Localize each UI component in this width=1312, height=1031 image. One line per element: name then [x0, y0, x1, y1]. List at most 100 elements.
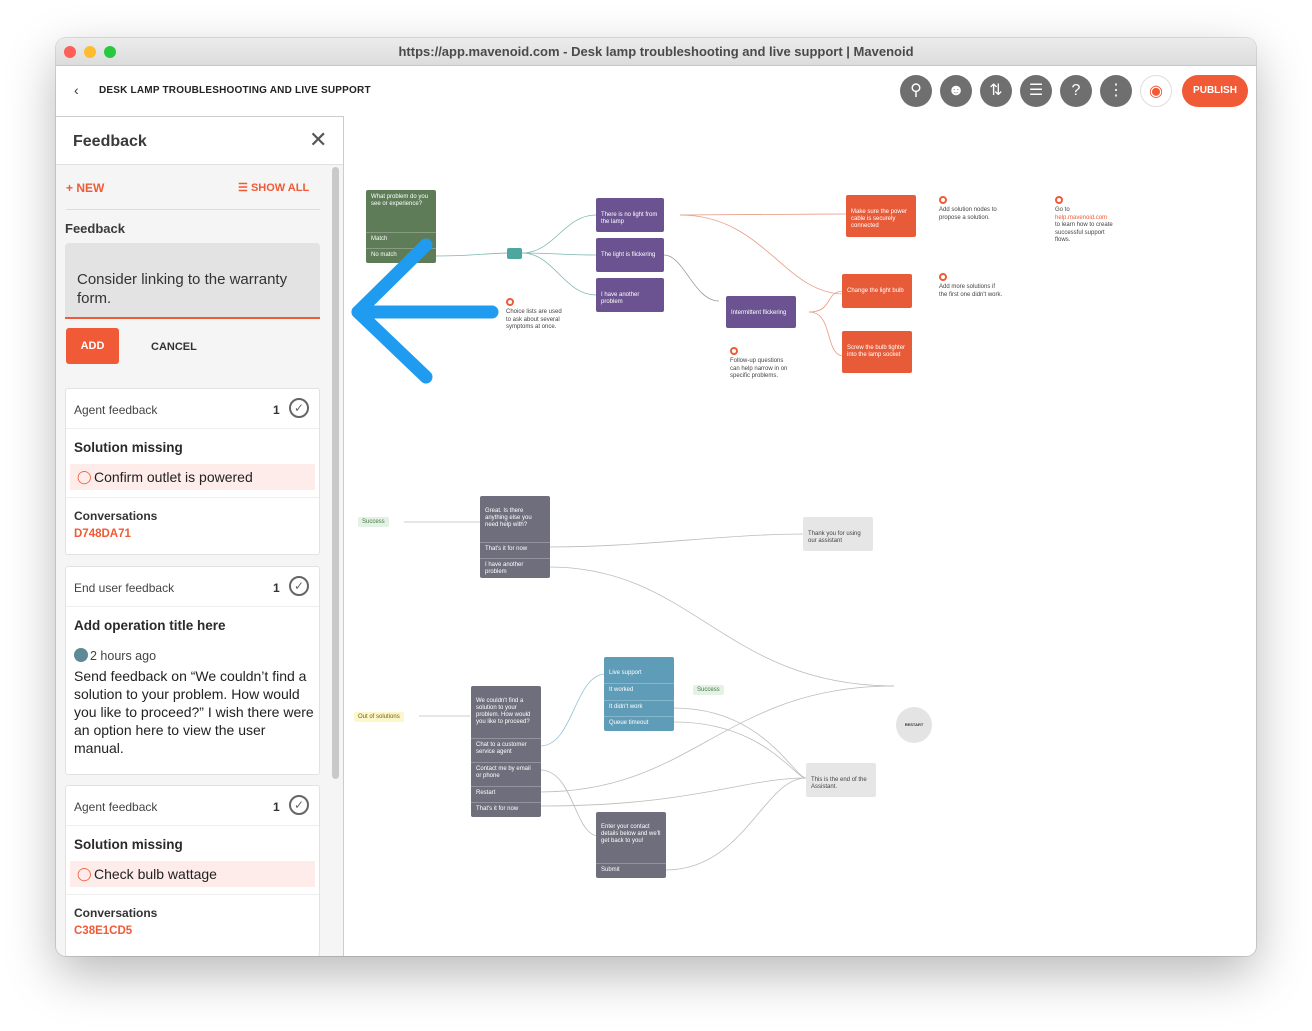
node-label: Screw the bulb tighter into the lamp soc…: [847, 345, 906, 358]
note-dot-icon: [506, 298, 514, 306]
end-node[interactable]: This is the end of the Assistant.: [806, 763, 876, 797]
solution-chip[interactable]: ◯ Check bulb wattage: [70, 861, 315, 887]
publish-button[interactable]: PUBLISH: [1182, 75, 1248, 107]
preview-eye-icon[interactable]: ◉: [1140, 75, 1172, 107]
window-title: https://app.mavenoid.com - Desk lamp tro…: [398, 44, 914, 59]
card-header: Agent feedback 1 ✓: [66, 389, 319, 429]
node-row[interactable]: Live support: [604, 667, 674, 680]
help-icon[interactable]: ?: [1060, 75, 1092, 107]
more-icon[interactable]: ⋮: [1100, 75, 1132, 107]
solution-node[interactable]: Change the light bulb: [842, 274, 912, 308]
solution-chip[interactable]: ◯ Confirm outlet is powered: [70, 464, 315, 490]
close-icon[interactable]: ✕: [309, 129, 327, 151]
flow-canvas[interactable]: What problem do you see or experience? M…: [344, 116, 1256, 956]
feedback-input[interactable]: Consider linking to the warranty form.: [65, 243, 320, 319]
help-link[interactable]: help.mavenoid.com: [1055, 215, 1107, 221]
agent-icon[interactable]: ☻: [940, 75, 972, 107]
show-all-label: SHOW ALL: [250, 182, 310, 194]
sort-icon[interactable]: ⇅: [980, 75, 1012, 107]
restart-node[interactable]: RESTART: [896, 707, 932, 743]
node-row[interactable]: It didn't work: [604, 700, 674, 714]
feedback-type: End user feedback: [74, 581, 175, 595]
panel-header: Feedback ✕: [56, 117, 343, 165]
note-dot-icon: [939, 196, 947, 204]
flow-title: DESK LAMP TROUBLESHOOTING AND LIVE SUPPO…: [99, 85, 371, 96]
node-row[interactable]: That's it for now: [480, 542, 550, 556]
node-row[interactable]: I have another problem: [480, 558, 550, 579]
node-row[interactable]: Contact me by email or phone: [471, 762, 541, 783]
note-add-solution: Add solution nodes to propose a solution…: [939, 196, 1003, 222]
node-label: This is the end of the Assistant.: [811, 777, 867, 790]
note-text: Go to: [1055, 207, 1070, 213]
conversations-label: Conversations: [74, 906, 158, 920]
success-tag[interactable]: Success: [358, 517, 389, 527]
panel-title: Feedback: [73, 133, 147, 150]
choice-list-node[interactable]: [507, 248, 522, 259]
chevron-left-icon[interactable]: ‹: [74, 82, 79, 98]
node-row[interactable]: Submit: [596, 863, 666, 877]
feedback-time: 2 hours ago: [74, 648, 156, 663]
feedback-field-label: Feedback: [65, 221, 125, 236]
out-of-solutions-node[interactable]: We couldn't find a solution to your prob…: [471, 686, 541, 817]
note-text: Choice lists are used to ask about sever…: [506, 309, 562, 330]
feedback-panel: Feedback ✕ + NEW ☰ SHOW ALL Feedback Con…: [56, 116, 344, 956]
feedback-card[interactable]: Agent feedback 1 ✓ Solution missing ◯ Co…: [65, 388, 320, 555]
cancel-button[interactable]: CANCEL: [151, 341, 197, 353]
node-question: What problem do you see or experience?: [371, 194, 429, 207]
solution-node[interactable]: Make sure the power cable is securely co…: [846, 195, 916, 237]
search-icon[interactable]: ⚲: [900, 75, 932, 107]
end-message-node[interactable]: Thank you for using our assistant: [803, 517, 873, 551]
resolve-check-icon[interactable]: ✓: [289, 576, 309, 596]
live-success-tag[interactable]: Success: [693, 685, 724, 695]
node-row[interactable]: It worked: [604, 683, 674, 697]
divider: [66, 209, 320, 210]
conversation-link[interactable]: C38E1CD5: [74, 925, 132, 937]
node-row[interactable]: Restart: [471, 786, 541, 800]
choice-node[interactable]: The light is flickering: [596, 238, 664, 272]
resolve-check-icon[interactable]: ✓: [289, 398, 309, 418]
feedback-text: Send feedback on “We couldn’t find a sol…: [74, 668, 314, 756]
resolve-check-icon[interactable]: ✓: [289, 795, 309, 815]
contact-form-node[interactable]: Enter your contact details below and we'…: [596, 812, 666, 878]
browser-window: https://app.mavenoid.com - Desk lamp tro…: [56, 38, 1256, 956]
node-question: Great. Is there anything else you need h…: [485, 508, 532, 528]
live-support-node[interactable]: Live support It worked It didn't work Qu…: [604, 657, 674, 731]
node-row[interactable]: No match: [366, 248, 436, 262]
title-bar: https://app.mavenoid.com - Desk lamp tro…: [56, 38, 1256, 66]
node-row[interactable]: Queue timeout: [604, 716, 674, 730]
start-question-node[interactable]: What problem do you see or experience? M…: [366, 190, 436, 263]
show-all-button[interactable]: ☰ SHOW ALL: [238, 181, 309, 194]
app-toolbar: ‹ DESK LAMP TROUBLESHOOTING AND LIVE SUP…: [56, 66, 1256, 116]
follow-up-node[interactable]: Intermittent flickering: [726, 296, 796, 328]
solution-node[interactable]: Screw the bulb tighter into the lamp soc…: [842, 331, 912, 373]
node-row[interactable]: Chat to a customer service agent: [471, 738, 541, 759]
feedback-type: Agent feedback: [74, 403, 158, 417]
new-feedback-button[interactable]: + NEW: [66, 181, 104, 195]
feedback-card[interactable]: Agent feedback 1 ✓ Solution missing ◯ Ch…: [65, 785, 320, 956]
feedback-count: 1: [273, 403, 280, 417]
avatar: [74, 648, 88, 662]
note-text: to learn how to create successful suppor…: [1055, 222, 1113, 243]
operation-title: Solution missing: [74, 837, 183, 852]
conversations-label: Conversations: [74, 509, 158, 523]
node-label: Intermittent flickering: [731, 310, 787, 316]
choice-node[interactable]: There is no light from the lamp: [596, 198, 664, 232]
feedback-card[interactable]: End user feedback 1 ✓ Add operation titl…: [65, 566, 320, 775]
note-follow-up: Follow-up questions can help narrow in o…: [730, 347, 794, 381]
out-of-solutions-tag[interactable]: Out of solutions: [354, 712, 404, 722]
conversation-link[interactable]: D748DA71: [74, 528, 131, 540]
filter-icon: ☰: [238, 182, 248, 194]
node-label: There is no light from the lamp: [601, 212, 658, 225]
node-row[interactable]: That's it for now: [471, 802, 541, 816]
node-label: The light is flickering: [601, 252, 656, 258]
add-button[interactable]: ADD: [66, 328, 119, 364]
sliders-icon[interactable]: ☰: [1020, 75, 1052, 107]
panel-scrollbar[interactable]: [332, 167, 339, 779]
success-question-node[interactable]: Great. Is there anything else you need h…: [480, 496, 550, 578]
note-text: Add solution nodes to propose a solution…: [939, 207, 997, 221]
choice-node[interactable]: I have another problem: [596, 278, 664, 312]
solution-label: Check bulb wattage: [94, 866, 217, 882]
node-row[interactable]: Match: [366, 232, 436, 246]
note-add-more: Add more solutions if the first one didn…: [939, 273, 1003, 299]
card-header: Agent feedback 1 ✓: [66, 786, 319, 826]
